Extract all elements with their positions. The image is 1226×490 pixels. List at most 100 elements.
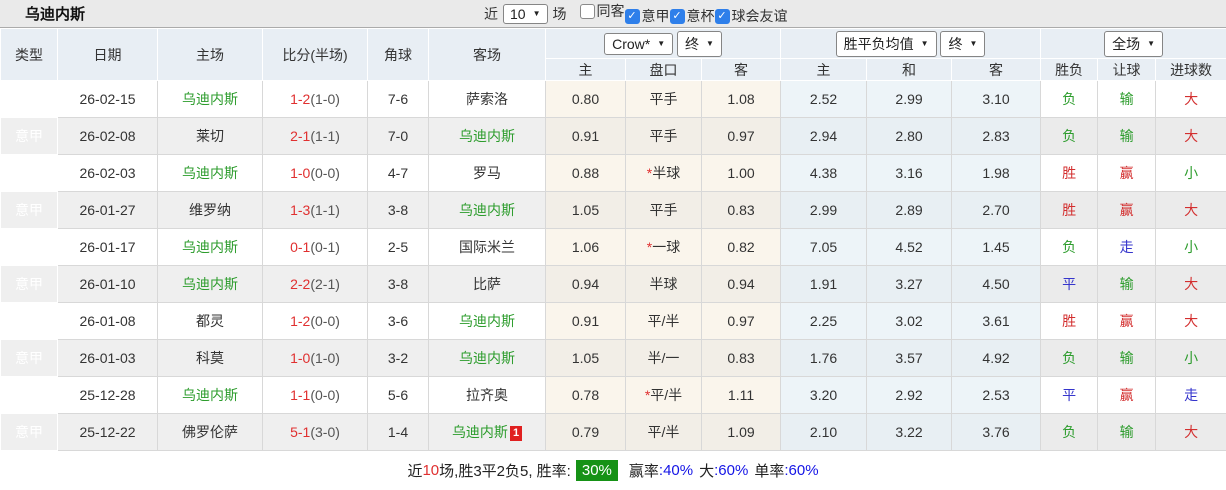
home-team-name: 莱切 xyxy=(196,128,224,144)
avg-type-select[interactable]: 胜平负均值 ▼ xyxy=(836,31,937,57)
cell-corners: 3-8 xyxy=(368,266,429,303)
odds-stage-value: 终 xyxy=(685,34,699,54)
cell-away-team: 乌迪内斯 xyxy=(429,340,546,377)
cell-date: 26-02-08 xyxy=(58,118,158,155)
filter-checkbox[interactable]: ✓意杯 xyxy=(670,6,715,26)
cell-corners: 7-6 xyxy=(368,81,429,118)
table-row: 意甲 26-02-15 乌迪内斯 1-2(1-0) 7-6 萨索洛 0.80 平… xyxy=(1,81,1226,118)
match-count-select[interactable]: 10 ▼ xyxy=(503,4,548,24)
scope-select[interactable]: 全场 ▼ xyxy=(1104,31,1163,57)
cell-handicap-result: 赢 xyxy=(1098,192,1156,229)
cell-odds-home: 0.80 xyxy=(546,81,626,118)
footer-big-label: 大 xyxy=(699,460,714,481)
away-team-name: 国际米兰 xyxy=(459,239,515,255)
cell-league: 意甲 xyxy=(1,81,58,118)
cell-avg-win: 2.25 xyxy=(781,303,867,340)
cell-odds-away: 1.09 xyxy=(702,414,781,451)
col-result: 胜负 xyxy=(1041,59,1098,81)
checkbox-icon[interactable] xyxy=(580,4,595,19)
cell-corners: 4-7 xyxy=(368,155,429,192)
cell-league: 意甲 xyxy=(1,303,58,340)
col-goals-result: 进球数 xyxy=(1156,59,1226,81)
cell-score: 0-1(0-1) xyxy=(263,229,368,266)
cell-corners: 3-2 xyxy=(368,340,429,377)
col-date: 日期 xyxy=(58,29,158,81)
final-score: 1-0 xyxy=(290,165,310,181)
cell-avg-win: 3.20 xyxy=(781,377,867,414)
cell-goals-result: 大 xyxy=(1156,414,1226,451)
cell-avg-draw: 2.89 xyxy=(867,192,952,229)
half-score: (1-0) xyxy=(310,91,340,107)
home-team-name: 科莫 xyxy=(196,350,224,366)
cell-home-team: 都灵 xyxy=(158,303,263,340)
cell-avg-lose: 3.10 xyxy=(952,81,1041,118)
cell-avg-lose: 2.83 xyxy=(952,118,1041,155)
checkbox-icon[interactable]: ✓ xyxy=(670,9,685,24)
footer-near-label: 近 xyxy=(407,460,422,481)
filter-checkbox-group: 同客✓意甲✓意杯✓球会友谊 xyxy=(572,1,788,26)
home-team-name: 佛罗伦萨 xyxy=(182,424,238,440)
handicap-text: 平/半 xyxy=(650,387,682,403)
cell-goals-result: 大 xyxy=(1156,118,1226,155)
odds-stage-select[interactable]: 终 ▼ xyxy=(677,31,722,57)
checkbox-icon[interactable]: ✓ xyxy=(715,9,730,24)
cell-result: 胜 xyxy=(1041,192,1098,229)
home-team-name: 维罗纳 xyxy=(189,202,231,218)
cell-goals-result: 大 xyxy=(1156,266,1226,303)
footer-count: 10 xyxy=(422,462,439,479)
cell-avg-draw: 3.22 xyxy=(867,414,952,451)
filter-controls: 近 10 ▼ 场 同客✓意甲✓意杯✓球会友谊 xyxy=(484,0,788,27)
cell-odds-home: 0.78 xyxy=(546,377,626,414)
half-score: (0-1) xyxy=(310,239,340,255)
col-handicap: 盘口 xyxy=(626,59,702,81)
half-score: (1-1) xyxy=(310,202,340,218)
cell-away-team: 罗马 xyxy=(429,155,546,192)
home-team-name: 乌迪内斯 xyxy=(182,91,238,107)
cell-home-team: 科莫 xyxy=(158,340,263,377)
cell-home-team: 乌迪内斯 xyxy=(158,377,263,414)
final-score: 1-0 xyxy=(290,350,310,366)
filter-checkbox[interactable]: ✓意甲 xyxy=(625,6,670,26)
cell-handicap-result: 走 xyxy=(1098,229,1156,266)
final-score: 5-1 xyxy=(290,424,310,440)
cell-score: 5-1(3-0) xyxy=(263,414,368,451)
cell-avg-lose: 2.70 xyxy=(952,192,1041,229)
cell-score: 1-0(1-0) xyxy=(263,340,368,377)
cell-date: 25-12-22 xyxy=(58,414,158,451)
avg-select-group: 胜平负均值 ▼ 终 ▼ xyxy=(781,29,1041,59)
cell-avg-lose: 4.92 xyxy=(952,340,1041,377)
cell-away-team: 拉齐奥 xyxy=(429,377,546,414)
final-score: 0-1 xyxy=(290,239,310,255)
footer-single-label: 单率 xyxy=(754,460,784,481)
cell-odds-home: 0.91 xyxy=(546,118,626,155)
chevron-down-icon: ▼ xyxy=(657,39,665,48)
cell-odds-home: 0.79 xyxy=(546,414,626,451)
checkbox-icon[interactable]: ✓ xyxy=(625,9,640,24)
away-team-name: 萨索洛 xyxy=(466,91,508,107)
cell-avg-lose: 2.53 xyxy=(952,377,1041,414)
filter-checkbox[interactable]: ✓球会友谊 xyxy=(715,6,788,26)
win-rate-badge: 30% xyxy=(576,460,618,481)
cell-handicap: *一球 xyxy=(626,229,702,266)
cell-handicap: 半球 xyxy=(626,266,702,303)
cell-league: 意甲 xyxy=(1,118,58,155)
cell-odds-away: 1.11 xyxy=(702,377,781,414)
col-corners: 角球 xyxy=(368,29,429,81)
cell-home-team: 莱切 xyxy=(158,118,263,155)
odds-provider-select[interactable]: Crow* ▼ xyxy=(604,33,673,55)
cell-avg-win: 2.52 xyxy=(781,81,867,118)
cell-corners: 3-6 xyxy=(368,303,429,340)
cell-avg-draw: 2.99 xyxy=(867,81,952,118)
checkbox-label: 意杯 xyxy=(687,6,715,26)
half-score: (1-0) xyxy=(310,350,340,366)
cell-result: 负 xyxy=(1041,81,1098,118)
cell-goals-result: 大 xyxy=(1156,303,1226,340)
avg-stage-select[interactable]: 终 ▼ xyxy=(940,31,985,57)
cell-avg-win: 2.99 xyxy=(781,192,867,229)
table-row: 意甲 26-01-08 都灵 1-2(0-0) 3-6 乌迪内斯 0.91 平/… xyxy=(1,303,1226,340)
cell-avg-lose: 4.50 xyxy=(952,266,1041,303)
handicap-text: 半球 xyxy=(650,276,678,292)
cell-goals-result: 小 xyxy=(1156,155,1226,192)
cell-avg-win: 1.91 xyxy=(781,266,867,303)
filter-checkbox[interactable]: 同客 xyxy=(580,1,625,21)
